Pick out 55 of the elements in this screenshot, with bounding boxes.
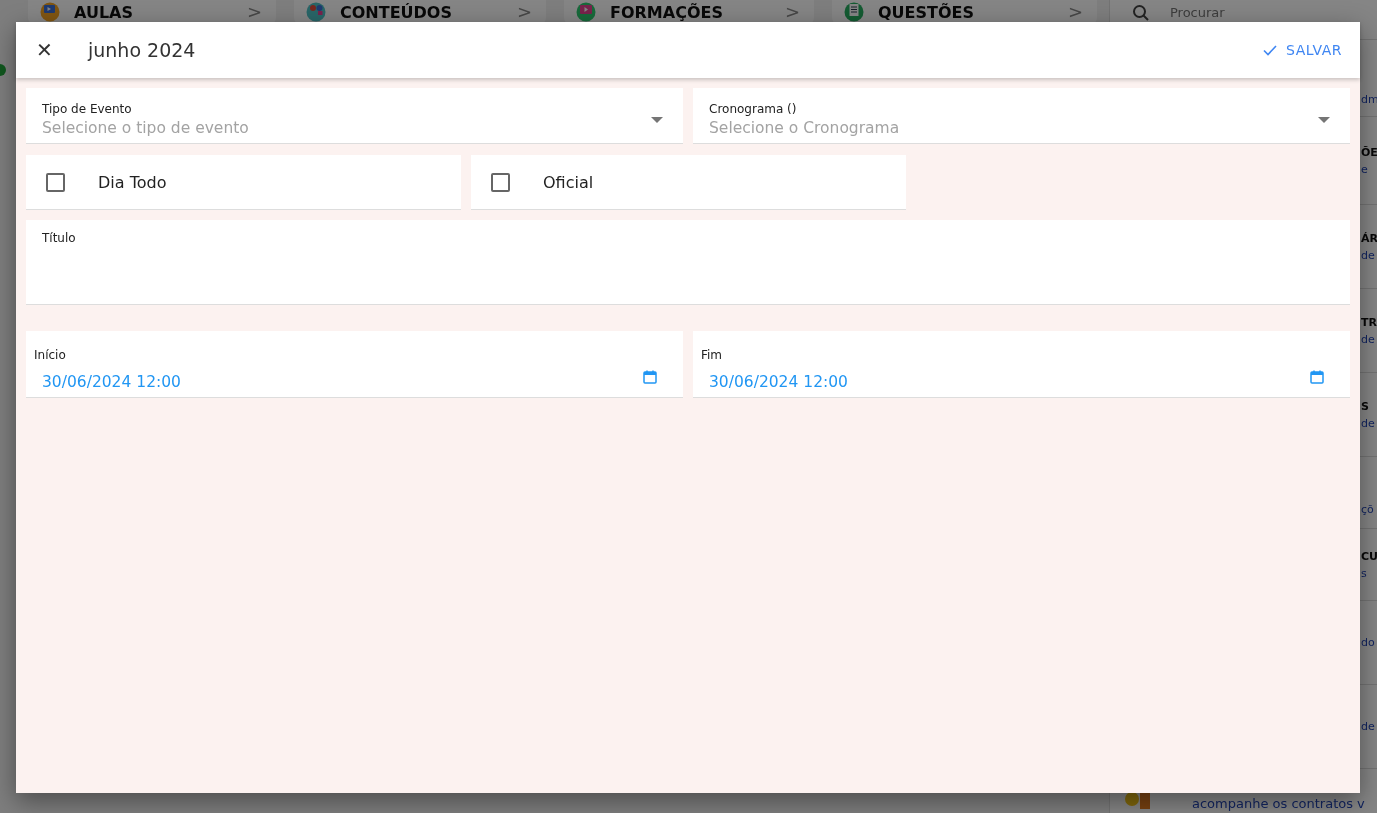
checkbox-label: Oficial — [543, 172, 594, 192]
list-link[interactable]: e — [1361, 162, 1377, 176]
chevron-icon: > — [1067, 1, 1083, 22]
close-button[interactable]: ✕ — [30, 36, 58, 64]
search-icon — [1132, 4, 1150, 22]
chevron-icon: > — [784, 1, 800, 22]
field-value: 30/06/2024 12:00 — [709, 372, 849, 391]
list-heading: TR — [1361, 315, 1377, 329]
list-link[interactable]: çõ — [1361, 503, 1374, 516]
chevron-icon: > — [246, 1, 262, 22]
save-button[interactable]: SALVAR — [1258, 38, 1346, 62]
list-heading: S — [1361, 399, 1370, 413]
select-field[interactable]: Tipo de Evento Selecione o tipo de evento — [26, 88, 683, 144]
card-title: FORMAÇÕES — [610, 3, 724, 22]
date-field[interactable]: Início 30/06/2024 12:00 — [26, 331, 683, 398]
field-value: 30/06/2024 12:00 — [42, 372, 182, 391]
list-link[interactable]: de — [1361, 416, 1375, 430]
menu-card[interactable]: AULAS > — [28, 0, 276, 24]
list-link[interactable]: dm — [1361, 93, 1377, 106]
checkbox[interactable] — [46, 172, 65, 192]
calendar-icon — [1310, 370, 1324, 384]
list-link[interactable]: de — [1361, 248, 1377, 262]
card-title: AULAS — [74, 3, 134, 22]
field-label: Cronograma () — [709, 102, 798, 116]
list-heading: ÕE — [1361, 145, 1377, 159]
category-icon — [306, 2, 326, 22]
calendar-icon — [643, 370, 657, 384]
field-label: Título — [42, 231, 76, 245]
list-heading: CU — [1361, 549, 1377, 563]
field-label: Fim — [701, 347, 724, 362]
field-placeholder: Selecione o Cronograma — [709, 119, 901, 137]
select-field[interactable]: Cronograma () Selecione o Cronograma — [693, 88, 1350, 144]
menu-card[interactable]: FORMAÇÕES > — [564, 0, 814, 24]
list-heading: ÁR — [1361, 231, 1377, 245]
field-label: Tipo de Evento — [42, 102, 133, 116]
field-placeholder: Selecione o tipo de evento — [42, 119, 250, 137]
menu-card[interactable]: CONTEÚDOS > — [294, 0, 546, 24]
date-field[interactable]: Fim 30/06/2024 12:00 — [693, 331, 1350, 398]
checkbox-label: Dia Todo — [98, 172, 167, 192]
card-title: CONTEÚDOS — [340, 3, 453, 22]
title-field[interactable]: Título — [26, 220, 1350, 305]
dialog-title: junho 2024 — [88, 39, 197, 61]
field-label: Início — [34, 347, 67, 362]
list-link[interactable]: acompanhe os contratos v — [1192, 796, 1365, 811]
card-title: QUESTÕES — [878, 3, 975, 22]
list-link[interactable]: s — [1361, 566, 1377, 580]
list-link[interactable]: do — [1361, 636, 1375, 649]
chevron-icon: > — [516, 1, 532, 22]
dropdown-icon — [1318, 116, 1330, 123]
checkbox[interactable] — [491, 172, 510, 192]
menu-card[interactable]: QUESTÕES > — [832, 0, 1097, 24]
search-field[interactable]: Procurar — [1170, 4, 1320, 20]
dropdown-icon — [651, 116, 663, 123]
list-link[interactable]: de — [1361, 332, 1377, 346]
list-link[interactable]: de — [1361, 720, 1375, 733]
